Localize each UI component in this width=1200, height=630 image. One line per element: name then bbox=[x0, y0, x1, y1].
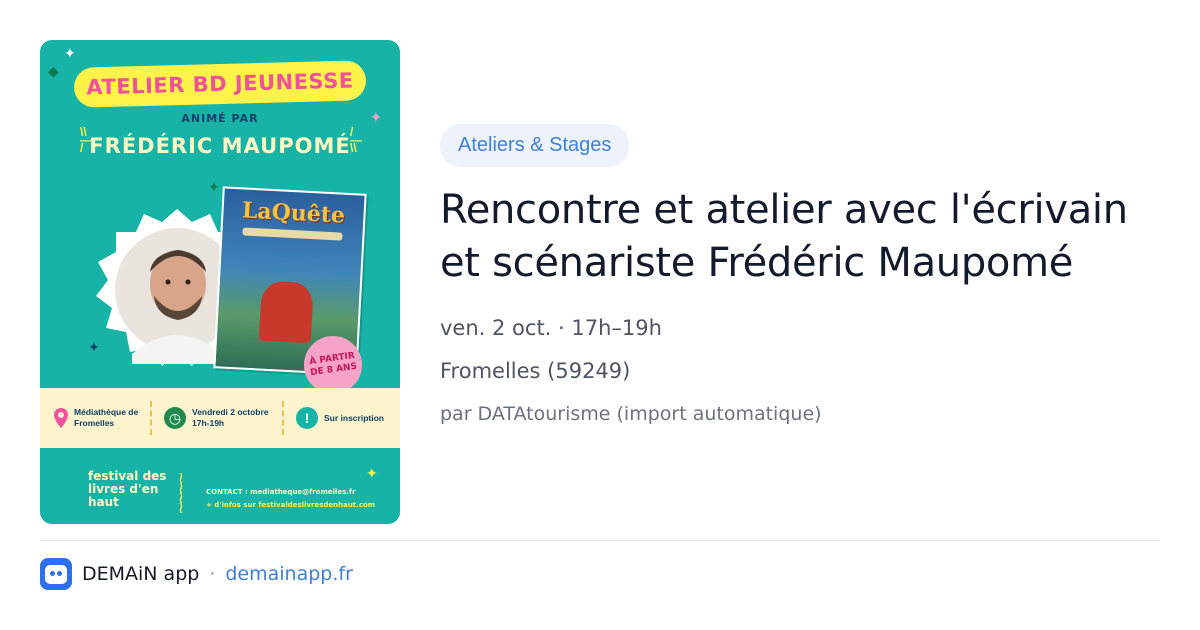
poster-info-strip: Médiathèque de Fromelles ◷ Vendredi 2 oc… bbox=[40, 388, 400, 448]
event-location: Fromelles (59249) bbox=[440, 359, 631, 383]
poster-location: Médiathèque de Fromelles bbox=[54, 407, 144, 429]
event-poster-image[interactable]: ✦ ◆ ✦ ✦ ✦ ✦ ATELIER BD JEUNESSE ANIMÉ PA… bbox=[40, 40, 400, 524]
poster-datetime: ◷ Vendredi 2 octobre 17h-19h bbox=[164, 407, 276, 429]
poster-location-text: Médiathèque de Fromelles bbox=[74, 407, 139, 428]
app-name[interactable]: DEMAiN app bbox=[82, 563, 199, 585]
app-logo-icon[interactable] bbox=[40, 558, 72, 590]
app-logo-eye bbox=[57, 571, 62, 576]
footer-separator: · bbox=[209, 563, 216, 585]
sparkle-icon: ✦ bbox=[366, 465, 378, 481]
clock-icon: ◷ bbox=[164, 407, 186, 429]
app-logo-face bbox=[45, 565, 67, 584]
poster-more-info: + d'infos sur festivaldeslivresdenhaut.c… bbox=[206, 501, 376, 509]
book-title: LaQuête bbox=[241, 197, 346, 229]
poster-subtitle: ANIMÉ PAR bbox=[181, 112, 259, 125]
poster-contact-email: CONTACT : mediatheque@fromelles.fr bbox=[206, 488, 356, 496]
location-pin-icon bbox=[54, 408, 68, 428]
footer-site-link[interactable]: demainapp.fr bbox=[225, 563, 353, 585]
footer-divider bbox=[40, 540, 1160, 541]
event-title[interactable]: Rencontre et atelier avec l'écrivain et … bbox=[440, 184, 1160, 290]
poster-author-name: FRÉDÉRIC MAUPOMÉ bbox=[89, 134, 351, 158]
exclamation-icon: ! bbox=[296, 407, 318, 429]
event-card[interactable]: ✦ ◆ ✦ ✦ ✦ ✦ ATELIER BD JEUNESSE ANIMÉ PA… bbox=[40, 40, 1160, 524]
sparkle-icon: ◆ bbox=[48, 63, 59, 79]
event-date: ven. 2 oct. · 17h–19h bbox=[440, 316, 662, 340]
book-subtitle-bar bbox=[242, 227, 343, 241]
ray-decoration-icon: / — \\ bbox=[350, 125, 362, 155]
poster-contact: CONTACT : mediatheque@fromelles.fr + d'i… bbox=[206, 486, 396, 512]
event-source: par DATAtourisme (import automatique) bbox=[440, 403, 822, 425]
book-character bbox=[258, 280, 314, 344]
wavy-line-icon: ≀ ≀ ≀ ≀ bbox=[178, 470, 184, 517]
category-tag[interactable]: Ateliers & Stages bbox=[440, 124, 630, 167]
poster-registration: ! Sur inscription bbox=[296, 407, 384, 429]
poster-banner: ATELIER BD JEUNESSE bbox=[73, 60, 367, 108]
divider bbox=[282, 401, 290, 435]
poster-registration-text: Sur inscription bbox=[324, 412, 384, 423]
footer: DEMAiN app · demainapp.fr bbox=[40, 558, 353, 590]
sparkle-icon: ✦ bbox=[208, 179, 220, 195]
poster-date-text: Vendredi 2 octobre bbox=[192, 407, 269, 417]
sparkle-icon: ✦ bbox=[64, 45, 76, 61]
app-logo-eye bbox=[50, 571, 55, 576]
festival-logo: festival des livres d'en haut bbox=[88, 469, 167, 509]
divider bbox=[150, 401, 158, 435]
poster-time-text: 17h-19h bbox=[192, 418, 225, 428]
